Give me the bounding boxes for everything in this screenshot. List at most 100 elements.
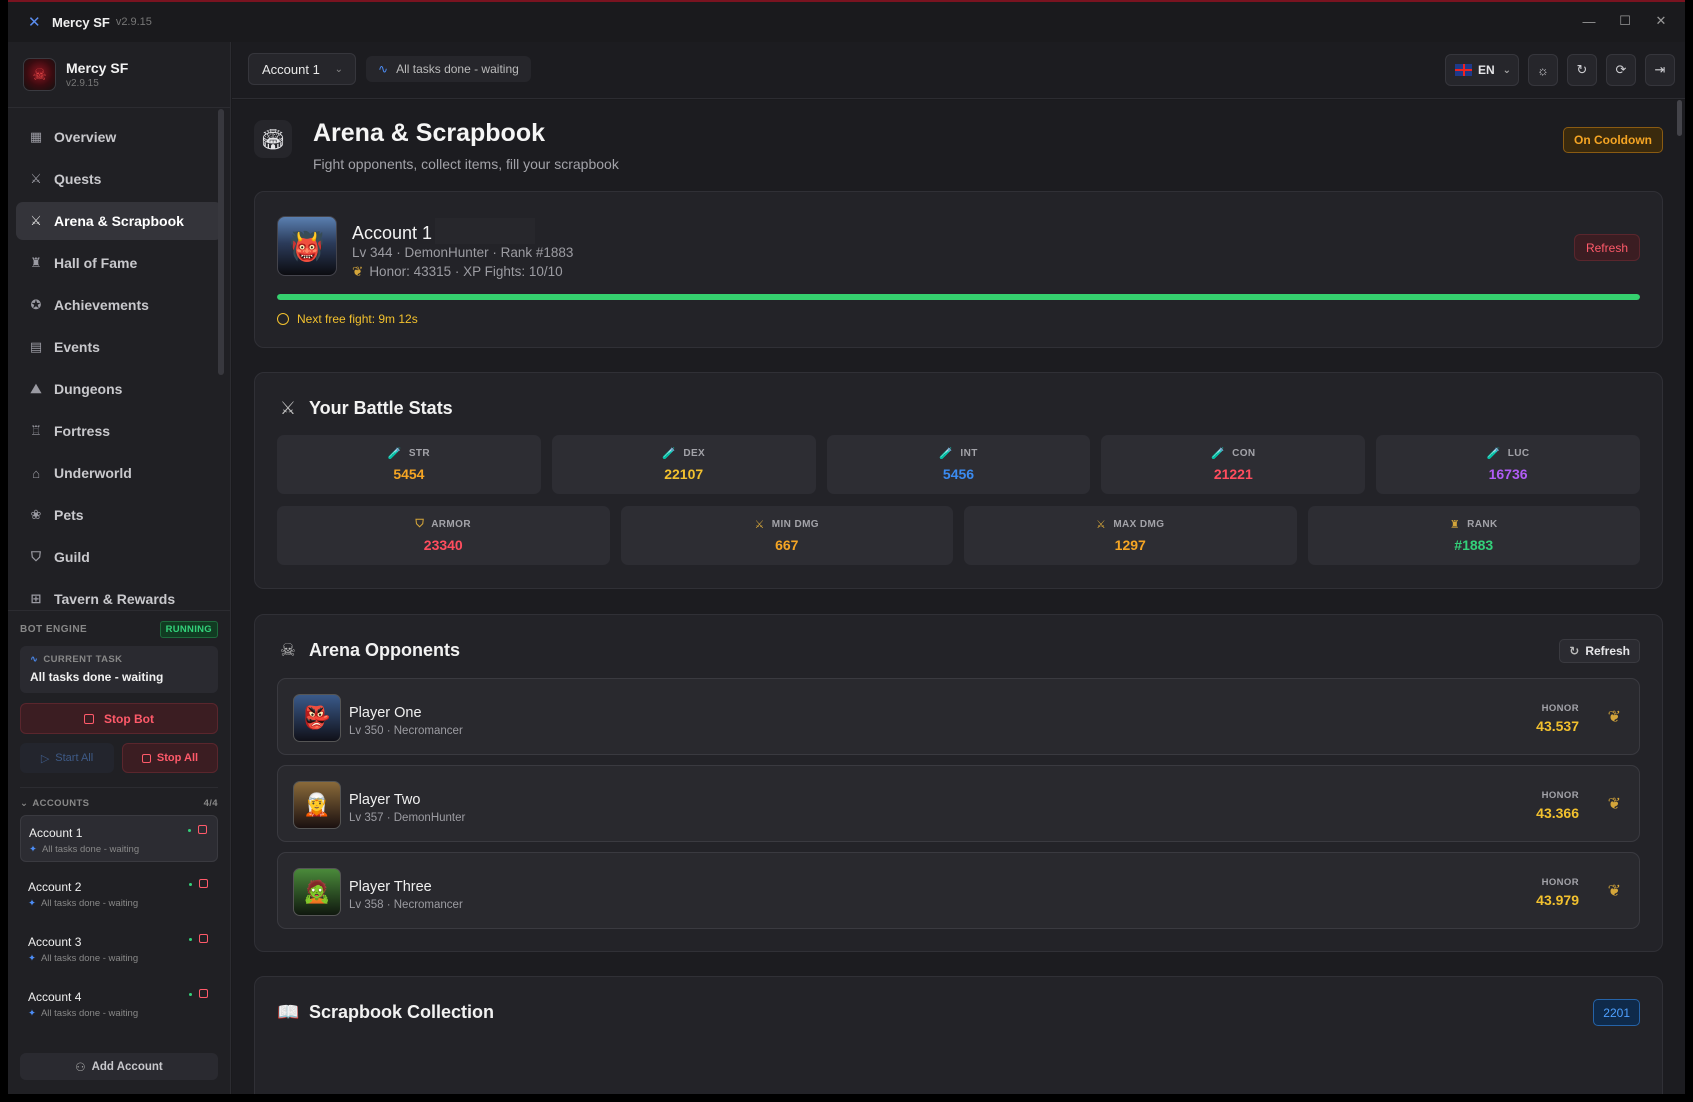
sidebar-item-guild[interactable]: ⛉ Guild <box>16 538 222 576</box>
sidebar-item-pets[interactable]: ❀ Pets <box>16 496 222 534</box>
sidebar-item-dungeons[interactable]: ⛰ Dungeons <box>16 370 222 408</box>
chevron-down-icon: ⌄ <box>1502 64 1512 76</box>
swords-icon: ⚔ <box>30 213 42 228</box>
account-select[interactable]: Account 1 ⌄ <box>248 53 356 85</box>
battle-stats-card: ⚔ Your Battle Stats 🧪 STR 5454 🧪 DEX 22107 🧪 IN… <box>254 372 1663 589</box>
sidebar-item-underworld[interactable]: ⌂ Underworld <box>16 454 222 492</box>
honor-label: HONOR <box>1541 790 1579 801</box>
sidebar-item-quests[interactable]: ⚔ Quests <box>16 160 222 198</box>
add-account-button[interactable]: ⚇ Add Account <box>20 1053 218 1080</box>
account-status: All tasks done - waiting <box>41 844 140 855</box>
refresh-button[interactable]: ↻ <box>1567 54 1597 86</box>
stop-bot-label: Stop Bot <box>104 711 154 726</box>
stop-all-button[interactable]: Stop All <box>122 743 218 773</box>
logout-icon: ⇥ <box>1654 62 1666 77</box>
stat-label: MAX DMG <box>1113 519 1165 530</box>
trophy-icon: ♜ <box>1449 519 1461 531</box>
opponent-meta: Lv 350 · Necromancer <box>349 725 463 737</box>
opponent-row[interactable]: 👺 Player One Lv 350 · Necromancer HONOR 43.5… <box>277 678 1640 755</box>
potion-icon: 🧪 <box>1486 448 1501 460</box>
stop-account-button[interactable] <box>199 989 208 998</box>
stat-dex: 🧪 DEX 22107 <box>551 435 816 494</box>
sidebar: ☠ Mercy SF v2.9.15 ▦ Overview ⚔ Quests ⚔ Aren… <box>8 42 231 1094</box>
stop-account-button[interactable] <box>198 825 207 834</box>
stat-value: 5456 <box>942 466 975 482</box>
maximize-button[interactable]: ☐ <box>1607 6 1643 36</box>
chevron-down-icon: ⌄ <box>20 798 29 809</box>
stat-value: 1297 <box>1114 537 1146 553</box>
stop-account-button[interactable] <box>199 934 208 943</box>
stat-str: 🧪 STR 5454 <box>277 435 541 494</box>
sidebar-item-events[interactable]: ▤ Events <box>16 328 222 366</box>
accounts-header[interactable]: ⌄ ACCOUNTS 4/4 <box>20 787 218 809</box>
sparkle-icon: ✦ <box>29 844 37 855</box>
sync-button[interactable]: ⟳ <box>1606 54 1636 86</box>
account-item[interactable]: Account 2 ✦ All tasks done - waiting <box>20 870 218 917</box>
sidebar-item-tavern-rewards[interactable]: ⊞ Tavern & Rewards <box>16 580 222 610</box>
online-indicator <box>188 829 191 832</box>
sidebar-item-overview[interactable]: ▦ Overview <box>16 118 222 156</box>
sidebar-item-fortress[interactable]: ♖ Fortress <box>16 412 222 450</box>
user-plus-icon: ⚇ <box>75 1061 86 1074</box>
opponents-title: Arena Opponents <box>309 640 461 660</box>
scrapbook-title: Scrapbook Collection <box>309 1002 495 1022</box>
window-controls: — ☐ ✕ <box>1571 6 1679 36</box>
theme-toggle-button[interactable]: ☼ <box>1528 54 1558 86</box>
sidebar-item-label: Tavern & Rewards <box>54 591 176 607</box>
sidebar-item-label: Underworld <box>54 465 132 481</box>
account-item[interactable]: Account 3 ✦ All tasks done - waiting <box>20 925 218 972</box>
crossed-swords-icon: ⚔ <box>279 398 297 418</box>
sidebar-nav: ▦ Overview ⚔ Quests ⚔ Arena & Scrapbook ♜ Hall … <box>8 108 230 610</box>
sidebar-item-label: Overview <box>54 129 117 145</box>
sidebar-scrollbar[interactable] <box>218 109 224 375</box>
stat-label: DEX <box>683 448 706 459</box>
stat-value: 5454 <box>393 466 425 482</box>
stat-min-dmg: ⚔ MIN DMG 667 <box>620 506 953 565</box>
online-indicator <box>189 993 192 996</box>
logout-button[interactable]: ⇥ <box>1645 54 1675 86</box>
brand-version: v2.9.15 <box>66 78 99 89</box>
start-all-label: Start All <box>55 752 94 764</box>
bot-engine-panel: BOT ENGINE RUNNING ∿ CURRENT TASK All tas… <box>8 610 230 1027</box>
opponent-row[interactable]: 🧟 Player Three Lv 358 · Necromancer HONOR 43… <box>277 852 1640 929</box>
sidebar-item-achievements[interactable]: ✪ Achievements <box>16 286 222 324</box>
stat-value: 22107 <box>664 466 704 482</box>
sidebar-item-hall-of-fame[interactable]: ♜ Hall of Fame <box>16 244 222 282</box>
shield-icon: ⛉ <box>31 549 41 564</box>
avatar: 👺 <box>293 694 341 742</box>
character-refresh-button[interactable]: Refresh <box>1573 234 1640 261</box>
account-name: Account 2 <box>28 880 82 894</box>
sidebar-item-label: Hall of Fame <box>54 255 138 271</box>
current-task-box: ∿ CURRENT TASK All tasks done - waiting <box>20 646 218 693</box>
minimize-button[interactable]: — <box>1571 6 1607 36</box>
opponents-refresh-button[interactable]: ↻ Refresh <box>1559 639 1640 663</box>
stat-label: LUC <box>1507 448 1530 459</box>
sun-icon: ☼ <box>1537 62 1549 78</box>
activity-icon: ∿ <box>30 654 39 665</box>
sparkle-icon: ✦ <box>28 898 36 909</box>
stop-bot-button[interactable]: Stop Bot <box>20 703 218 734</box>
current-task-label: CURRENT TASK <box>43 654 123 665</box>
stop-account-button[interactable] <box>199 879 208 888</box>
start-all-button[interactable]: ▷ Start All <box>20 743 114 773</box>
shield-icon: ⛉ <box>415 518 425 530</box>
honor-value: 43.979 <box>1536 892 1579 908</box>
potion-icon: 🧪 <box>939 448 954 460</box>
brand: ☠ Mercy SF v2.9.15 <box>8 42 230 108</box>
opponent-row[interactable]: 🧝 Player Two Lv 357 · DemonHunter HONOR 43.3… <box>277 765 1640 842</box>
stat-label: CON <box>1232 448 1256 459</box>
stat-value: 23340 <box>423 537 463 553</box>
account-item[interactable]: Account 4 ✦ All tasks done - waiting <box>20 980 218 1027</box>
account-item[interactable]: Account 1 ✦ All tasks done - waiting <box>20 815 218 862</box>
close-button[interactable]: ✕ <box>1643 6 1679 36</box>
sidebar-item-arena-scrapbook[interactable]: ⚔ Arena & Scrapbook <box>16 202 222 240</box>
laurel-icon: ❦ <box>352 264 364 279</box>
main-scrollbar[interactable] <box>1677 100 1682 136</box>
title-bar: ✕ Mercy SF v2.9.15 — ☐ ✕ <box>8 2 1685 42</box>
opponent-name: Player Two <box>349 792 421 808</box>
language-select[interactable]: EN ⌄ <box>1445 54 1519 86</box>
character-honor: ❦ Honor: 43315 · XP Fights: 10/10 <box>352 264 563 280</box>
avatar: 🧟 <box>293 868 341 916</box>
sidebar-item-label: Arena & Scrapbook <box>54 213 184 229</box>
combat-stats-row: ⛉ ARMOR 23340 ⚔ MIN DMG 667 ⚔ MAX DMG 1297 ♜ RANK #… <box>277 506 1640 565</box>
